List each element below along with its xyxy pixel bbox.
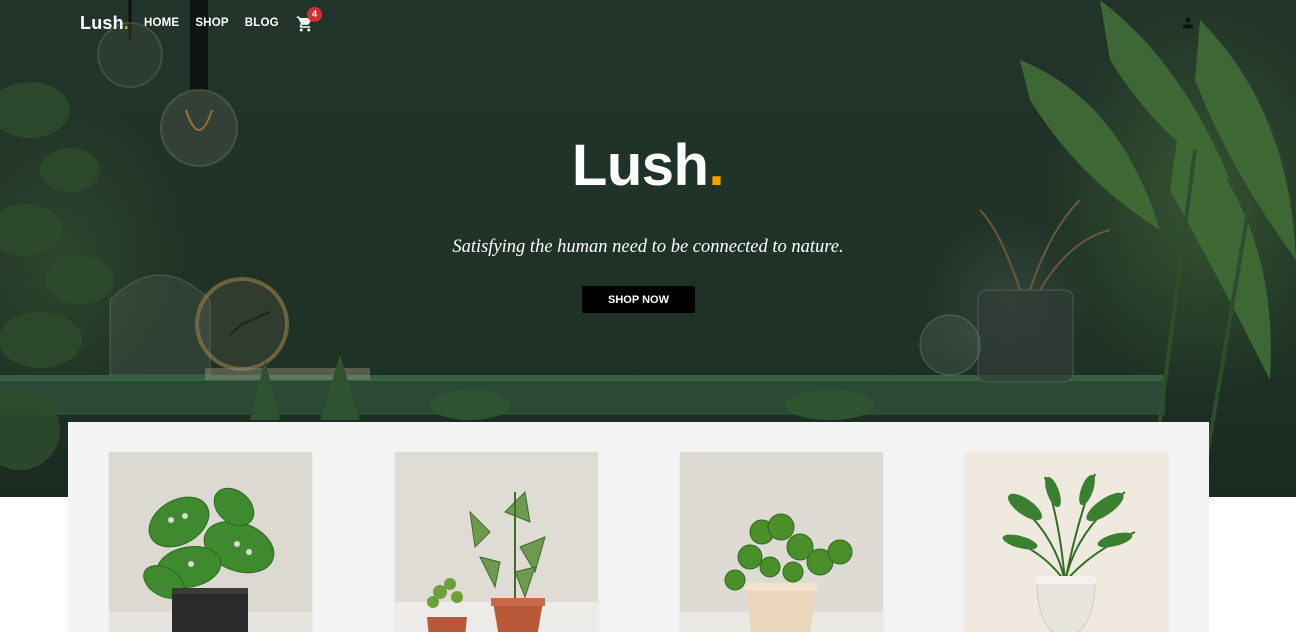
nav-links: HOME SHOP BLOG	[144, 17, 279, 29]
hero-subtitle: Satisfying the human need to be connecte…	[452, 237, 844, 257]
hero-title-dot: .	[708, 133, 725, 198]
logo-text: Lush	[80, 13, 124, 33]
product-image-parlor-palm	[965, 452, 1168, 632]
product-image-monstera	[109, 452, 312, 632]
shop-now-button[interactable]: SHOP NOW	[582, 286, 695, 313]
nav-link-blog[interactable]: BLOG	[245, 17, 279, 29]
product-card-parlor-palm[interactable]	[965, 452, 1168, 632]
cart-count-badge: 4	[307, 7, 322, 22]
product-image-pilea	[680, 452, 883, 632]
nav-link-shop[interactable]: SHOP	[195, 17, 228, 29]
hero-title-text: Lush	[571, 133, 709, 198]
top-navigation: Lush. HOME SHOP BLOG 4	[0, 0, 1296, 46]
product-card-syngonium[interactable]	[395, 452, 598, 632]
product-card-pilea[interactable]	[680, 452, 883, 632]
logo-dot: .	[123, 13, 129, 33]
nav-link-home[interactable]: HOME	[144, 17, 179, 29]
product-card-monstera[interactable]	[109, 452, 312, 632]
user-icon[interactable]	[1180, 15, 1196, 31]
product-image-syngonium	[395, 452, 598, 632]
site-logo[interactable]: Lush.	[80, 13, 129, 34]
product-panel	[68, 422, 1209, 632]
hero-title: Lush.	[0, 132, 1296, 199]
